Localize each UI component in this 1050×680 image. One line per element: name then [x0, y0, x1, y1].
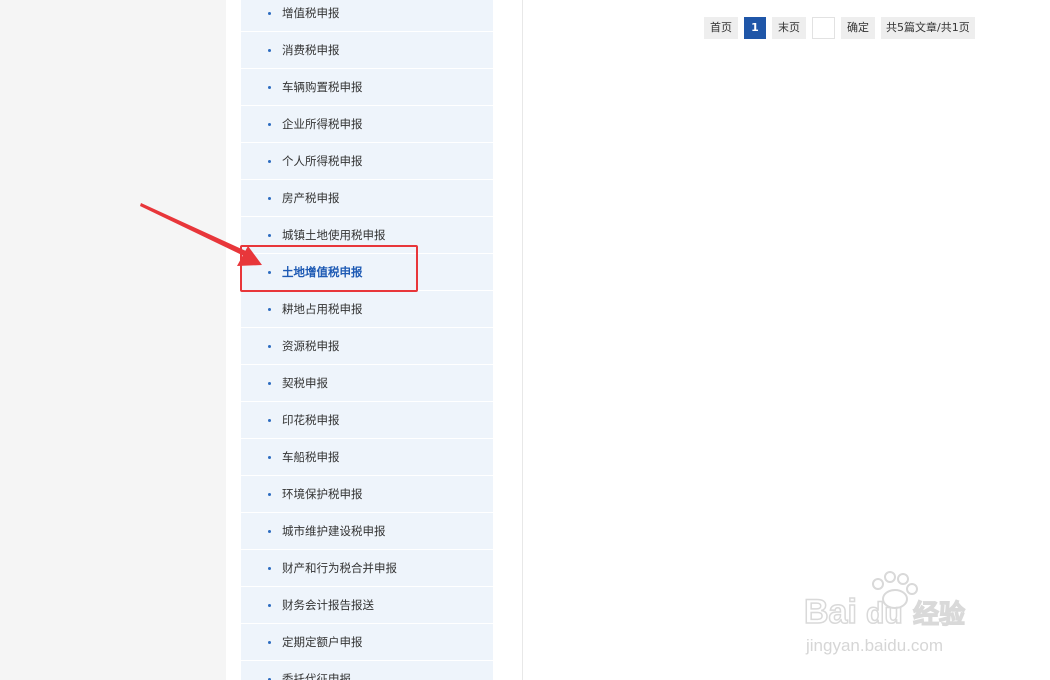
bullet-dot-icon [268, 196, 271, 200]
sidebar-item-fixed-quota-declaration[interactable]: 定期定额户申报 [241, 624, 493, 661]
bullet-dot-icon [268, 307, 271, 311]
sidebar-item-label: 企业所得税申报 [282, 117, 363, 131]
sidebar-item-label: 资源税申报 [282, 339, 340, 353]
sidebar-item-label: 委托代征申报 [282, 672, 351, 680]
bullet-dot-icon [268, 159, 271, 163]
bullet-dot-icon [268, 455, 271, 459]
sidebar-item-label: 城市维护建设税申报 [282, 524, 386, 538]
sidebar-item-label: 消费税申报 [282, 43, 340, 57]
sidebar-item-label: 契税申报 [282, 376, 328, 390]
sidebar-item-label: 土地增值税申报 [282, 265, 363, 279]
bullet-dot-icon [268, 48, 271, 52]
pagination: 首页 1 末页 确定 共5篇文章/共1页 [704, 17, 975, 39]
sidebar-item-urban-land-use-tax[interactable]: 城镇土地使用税申报 [241, 217, 493, 254]
sidebar-item-environmental-tax[interactable]: 环境保护税申报 [241, 476, 493, 513]
sidebar-item-personal-income-tax[interactable]: 个人所得税申报 [241, 143, 493, 180]
confirm-button[interactable]: 确定 [841, 17, 875, 39]
sidebar-item-label: 车辆购置税申报 [282, 80, 363, 94]
sidebar-item-urban-maintenance-tax[interactable]: 城市维护建设税申报 [241, 513, 493, 550]
sidebar-item-vat[interactable]: 增值税申报 [241, 0, 493, 32]
bullet-dot-icon [268, 344, 271, 348]
bullet-dot-icon [268, 122, 271, 126]
bullet-dot-icon [268, 529, 271, 533]
bullet-dot-icon [268, 233, 271, 237]
sidebar-item-farmland-occupation-tax[interactable]: 耕地占用税申报 [241, 291, 493, 328]
sidebar-item-resource-tax[interactable]: 资源税申报 [241, 328, 493, 365]
sidebar-item-label: 定期定额户申报 [282, 635, 363, 649]
bullet-dot-icon [268, 270, 271, 274]
page-number-input[interactable] [812, 17, 835, 39]
sidebar-item-entrusted-collection[interactable]: 委托代征申报 [241, 661, 493, 680]
sidebar-item-label: 城镇土地使用税申报 [282, 228, 386, 242]
total-count-text: 共5篇文章/共1页 [881, 17, 975, 39]
sidebar-item-deed-tax[interactable]: 契税申报 [241, 365, 493, 402]
sidebar-item-label: 个人所得税申报 [282, 154, 363, 168]
sidebar-item-corporate-income-tax[interactable]: 企业所得税申报 [241, 106, 493, 143]
sidebar-item-label: 印花税申报 [282, 413, 340, 427]
sidebar-item-land-appreciation-tax[interactable]: 土地增值税申报 [241, 254, 493, 291]
sidebar-item-combined-property-behavior-tax[interactable]: 财产和行为税合并申报 [241, 550, 493, 587]
sidebar-item-vehicle-purchase-tax[interactable]: 车辆购置税申报 [241, 69, 493, 106]
bullet-dot-icon [268, 640, 271, 644]
bullet-dot-icon [268, 492, 271, 496]
bullet-dot-icon [268, 603, 271, 607]
bullet-dot-icon [268, 85, 271, 89]
sidebar-item-label: 环境保护税申报 [282, 487, 363, 501]
sidebar-item-property-tax[interactable]: 房产税申报 [241, 180, 493, 217]
sidebar-item-label: 车船税申报 [282, 450, 340, 464]
first-page-button[interactable]: 首页 [704, 17, 738, 39]
content-divider [522, 0, 523, 680]
bullet-dot-icon [268, 418, 271, 422]
sidebar-item-label: 财产和行为税合并申报 [282, 561, 397, 575]
last-page-button[interactable]: 末页 [772, 17, 806, 39]
sidebar-item-label: 财务会计报告报送 [282, 598, 374, 612]
sidebar-item-label: 增值税申报 [282, 6, 340, 20]
sidebar-nav: 增值税申报 消费税申报 车辆购置税申报 企业所得税申报 个人所得税申报 房产税申… [241, 0, 493, 680]
sidebar-item-stamp-tax[interactable]: 印花税申报 [241, 402, 493, 439]
sidebar-item-label: 耕地占用税申报 [282, 302, 363, 316]
bullet-dot-icon [268, 566, 271, 570]
sidebar-item-label: 房产税申报 [282, 191, 340, 205]
current-page-button[interactable]: 1 [744, 17, 766, 39]
bullet-dot-icon [268, 11, 271, 15]
sidebar-item-vehicle-vessel-tax[interactable]: 车船税申报 [241, 439, 493, 476]
bullet-dot-icon [268, 381, 271, 385]
sidebar-item-financial-report[interactable]: 财务会计报告报送 [241, 587, 493, 624]
sidebar-item-consumption-tax[interactable]: 消费税申报 [241, 32, 493, 69]
